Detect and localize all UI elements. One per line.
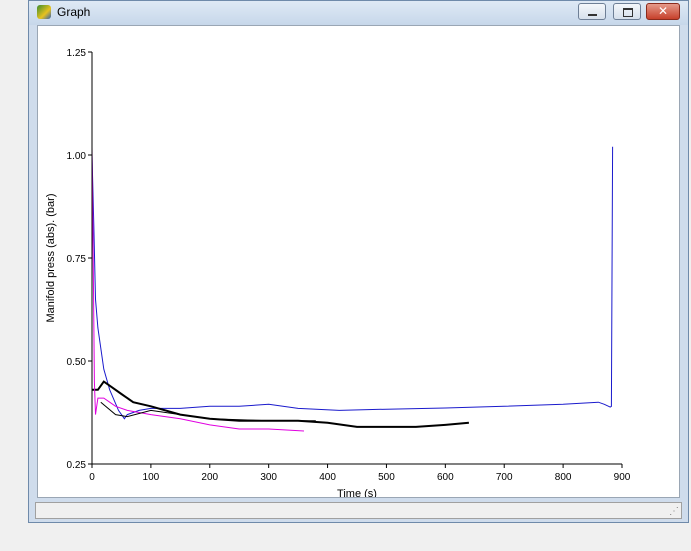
title-bar[interactable]: Graph ✕	[29, 1, 688, 25]
app-icon	[37, 5, 51, 19]
x-tick-label: 700	[496, 472, 513, 483]
series-layer	[91, 146, 614, 432]
y-axis-label: Manifold press (abs). (bar)	[45, 194, 57, 323]
x-tick-label: 800	[555, 472, 572, 483]
y-tick-label: 1.00	[67, 151, 87, 162]
resize-grip-icon[interactable]: ⋰	[669, 507, 679, 517]
chart-area: 0 100 200 300 400 500 600 700 800 900 0.25 0.50 0.75…	[37, 25, 680, 500]
x-tick-label: 200	[201, 472, 218, 483]
window-title: Graph	[57, 5, 91, 19]
maximize-icon	[614, 4, 640, 19]
x-axis-label: Time (s)	[337, 488, 377, 497]
graph-window: Graph ✕ 0 100 200 300 400 500 600 700 800 900 0.25…	[28, 0, 689, 523]
y-tick-label: 0.25	[67, 460, 87, 471]
x-tick-label: 500	[378, 472, 395, 483]
status-bar: ⋰	[35, 502, 682, 519]
x-tick-label: 600	[437, 472, 454, 483]
series-line-2	[92, 380, 469, 428]
x-tick-label: 900	[614, 472, 631, 483]
minimize-button[interactable]	[578, 3, 606, 20]
y-tick-label: 0.75	[67, 254, 87, 265]
series-line-1	[91, 146, 614, 420]
x-tick-label: 0	[89, 472, 95, 483]
x-tick-label: 100	[143, 472, 160, 483]
close-icon: ✕	[657, 4, 669, 18]
maximize-button[interactable]	[613, 3, 641, 20]
series-line-3	[91, 146, 305, 432]
line-chart: 0 100 200 300 400 500 600 700 800 900 0.25 0.50 0.75…	[45, 48, 631, 500]
x-tick-label: 300	[260, 472, 277, 483]
x-tick-label: 400	[319, 472, 336, 483]
close-button[interactable]: ✕	[646, 3, 680, 20]
minimize-icon	[579, 4, 605, 19]
ticks-layer: 0 100 200 300 400 500 600 700 800 900 0.25 0.50 0.75…	[67, 48, 631, 483]
y-tick-label: 0.50	[67, 357, 87, 368]
y-tick-label: 1.25	[67, 48, 87, 59]
